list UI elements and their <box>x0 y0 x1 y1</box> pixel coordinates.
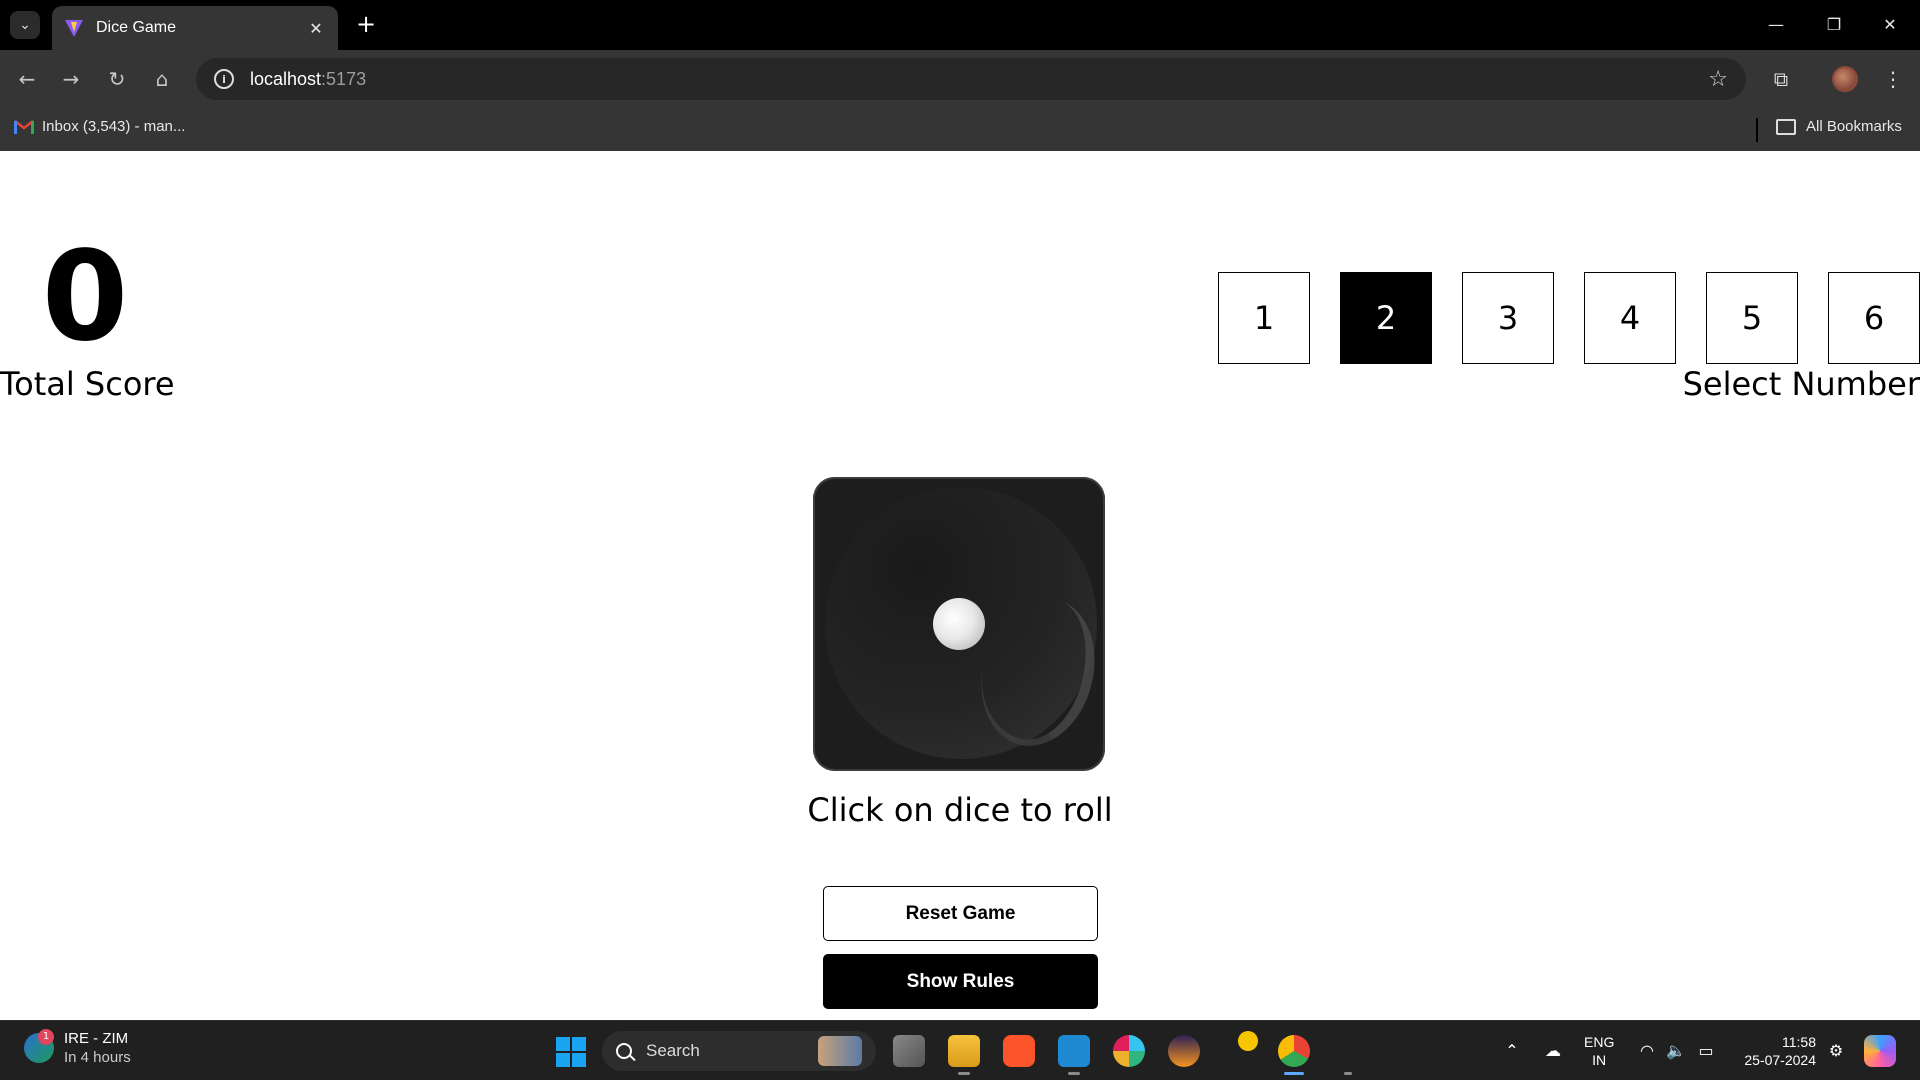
search-highlight-image <box>818 1036 862 1066</box>
eclipse-icon[interactable] <box>1168 1035 1200 1067</box>
folder-icon <box>1776 118 1796 135</box>
bookmarks-bar: Inbox (3,543) - man... All Bookmarks <box>0 108 1920 151</box>
forward-arrow-icon[interactable]: → <box>56 64 86 94</box>
total-score-value: 0 <box>41 225 129 369</box>
address-host: localhost <box>250 68 322 89</box>
more-menu-icon[interactable]: ⋮ <box>1878 64 1908 94</box>
chevron-down-icon: ⌄ <box>19 17 31 33</box>
site-info-icon[interactable]: i <box>214 69 234 89</box>
vscode-running-indicator <box>1068 1072 1080 1075</box>
widget-subtitle: In 4 hours <box>64 1049 131 1066</box>
weather-widget[interactable]: 1 IRE - ZIM In 4 hours <box>24 1029 131 1067</box>
cricket-widget-icon: 1 <box>24 1029 54 1063</box>
taskbar-search[interactable]: Search <box>602 1031 876 1071</box>
language-code: ENG <box>1584 1034 1615 1050</box>
number-box-1[interactable]: 1 <box>1218 272 1310 364</box>
number-box-3[interactable]: 3 <box>1462 272 1554 364</box>
close-window-button[interactable]: ✕ <box>1870 10 1910 40</box>
notification-badge: 1 <box>38 1029 54 1045</box>
vscode-icon[interactable] <box>1058 1035 1090 1067</box>
bookmark-inbox[interactable]: Inbox (3,543) - man... <box>14 118 185 135</box>
roll-hint: Click on dice to roll <box>807 791 1113 829</box>
show-rules-button[interactable]: Show Rules <box>823 954 1098 1009</box>
explorer-running-indicator <box>958 1072 970 1075</box>
region-code: IN <box>1592 1052 1607 1068</box>
minimize-button[interactable]: — <box>1756 10 1796 40</box>
browser-tab-bar: ⌄ Dice Game ✕ + — ❐ ✕ <box>0 0 1920 50</box>
dice-pip <box>933 598 985 650</box>
search-icon <box>616 1043 632 1059</box>
sticky-app-icon[interactable] <box>1238 1031 1258 1051</box>
taskbar-search-label: Search <box>646 1041 700 1060</box>
app-running-indicator <box>1344 1072 1352 1075</box>
address-bar[interactable]: i localhost:5173 ☆ <box>196 58 1746 100</box>
extensions-puzzle-icon[interactable]: ⧉ <box>1766 64 1796 94</box>
onedrive-cloud-icon[interactable]: ☁ <box>1543 1041 1563 1061</box>
slack-icon[interactable] <box>1113 1035 1145 1067</box>
clock-time: 11:58 <box>1782 1034 1816 1050</box>
select-number-label: Select Number <box>1682 365 1920 403</box>
total-score-label: Total Score <box>0 365 175 403</box>
gmail-icon <box>14 119 34 134</box>
chrome-active-indicator <box>1284 1072 1304 1075</box>
copilot-icon[interactable] <box>1864 1035 1896 1067</box>
total-score-box: 0 <box>0 225 170 369</box>
number-box-6[interactable]: 6 <box>1828 272 1920 364</box>
wifi-icon[interactable]: ◠ <box>1637 1041 1657 1061</box>
all-bookmarks-label: All Bookmarks <box>1806 118 1902 135</box>
brave-browser-icon[interactable] <box>1003 1035 1035 1067</box>
address-port: :5173 <box>321 68 367 89</box>
dice-game-page: 0 Total Score 123456 Select Number Click… <box>0 151 1920 1020</box>
language-indicator[interactable]: ENG IN <box>1584 1033 1614 1069</box>
browser-tab[interactable]: Dice Game ✕ <box>52 6 338 50</box>
settings-gear-icon[interactable]: ⚙ <box>1826 1041 1846 1061</box>
windows-start-icon[interactable] <box>556 1037 586 1067</box>
profile-avatar[interactable] <box>1832 66 1858 92</box>
bookmarks-divider <box>1756 118 1758 142</box>
home-icon[interactable]: ⌂ <box>147 64 177 94</box>
number-box-4[interactable]: 4 <box>1584 272 1676 364</box>
all-bookmarks-button[interactable]: All Bookmarks <box>1776 118 1902 135</box>
reset-game-button[interactable]: Reset Game <box>823 886 1098 941</box>
number-selector: 123456 <box>1188 272 1920 364</box>
number-box-5[interactable]: 5 <box>1706 272 1798 364</box>
tab-title: Dice Game <box>96 19 177 36</box>
tab-close-icon[interactable]: ✕ <box>306 19 326 38</box>
back-arrow-icon[interactable]: ← <box>12 64 42 94</box>
browser-toolbar: ← → ↻ ⌂ i localhost:5173 ☆ ⧉ ⋮ <box>0 50 1920 108</box>
dice-button[interactable] <box>813 477 1105 771</box>
bookmark-inbox-label: Inbox (3,543) - man... <box>42 118 186 135</box>
bookmark-star-icon[interactable]: ☆ <box>1708 67 1728 92</box>
tab-search-button[interactable]: ⌄ <box>10 11 40 39</box>
reload-icon[interactable]: ↻ <box>102 64 132 94</box>
new-tab-button[interactable]: + <box>352 10 380 38</box>
file-explorer-icon[interactable] <box>948 1035 980 1067</box>
vite-logo-icon <box>65 20 83 37</box>
restore-button[interactable]: ❐ <box>1814 10 1854 40</box>
task-view-icon[interactable] <box>893 1035 925 1067</box>
clock-date: 25-07-2024 <box>1744 1052 1816 1068</box>
volume-icon[interactable]: 🔈 <box>1666 1041 1686 1061</box>
tray-chevron-up-icon[interactable]: ⌃ <box>1502 1041 1522 1061</box>
widget-title: IRE - ZIM <box>64 1030 129 1047</box>
windows-taskbar: 1 IRE - ZIM In 4 hours Search ⌃ ☁ ENG IN… <box>0 1020 1920 1080</box>
system-clock[interactable]: 11:58 25-07-2024 <box>1736 1033 1816 1069</box>
chrome-icon[interactable] <box>1278 1035 1310 1067</box>
battery-icon[interactable]: ▭ <box>1696 1041 1716 1061</box>
number-box-2[interactable]: 2 <box>1340 272 1432 364</box>
